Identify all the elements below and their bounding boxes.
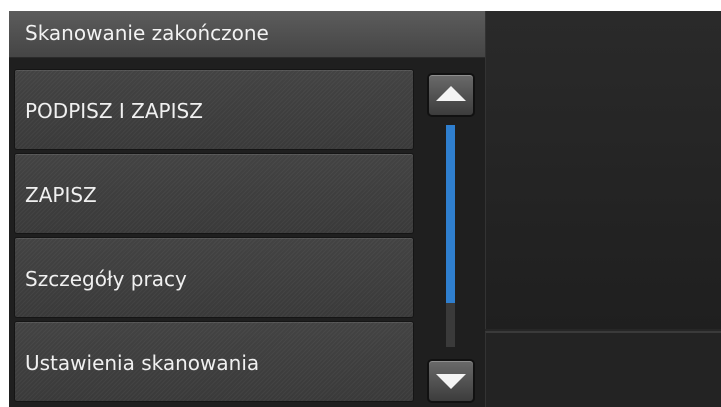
- scroll-up-button[interactable]: [427, 73, 475, 117]
- scroll-track[interactable]: [446, 125, 455, 347]
- menu-item-label: Szczegóły pracy: [25, 267, 187, 291]
- page-title: Skanowanie zakończone: [25, 21, 269, 45]
- menu-item-label: PODPISZ I ZAPISZ: [25, 99, 203, 123]
- menu-item-label: ZAPISZ: [25, 183, 97, 207]
- triangle-down-icon: [436, 374, 466, 389]
- scroll-thumb[interactable]: [446, 125, 455, 303]
- status-area: [485, 331, 721, 407]
- menu-item-scan-settings[interactable]: Ustawienia skanowania: [14, 321, 414, 402]
- menu-item-job-details[interactable]: Szczegóły pracy: [14, 237, 414, 318]
- preview-area: [485, 11, 721, 329]
- menu-item-label: Ustawienia skanowania: [25, 351, 260, 375]
- menu-panel: Skanowanie zakończone PODPISZ I ZAPISZ Z…: [9, 11, 485, 407]
- scrollbar: [423, 69, 479, 407]
- triangle-up-icon: [436, 86, 466, 101]
- menu-item-sign-and-save[interactable]: PODPISZ I ZAPISZ: [14, 69, 414, 150]
- touchscreen: Skanowanie zakończone PODPISZ I ZAPISZ Z…: [9, 11, 721, 407]
- menu-item-save[interactable]: ZAPISZ: [14, 153, 414, 234]
- scroll-down-button[interactable]: [427, 359, 475, 403]
- title-bar: Skanowanie zakończone: [9, 11, 485, 58]
